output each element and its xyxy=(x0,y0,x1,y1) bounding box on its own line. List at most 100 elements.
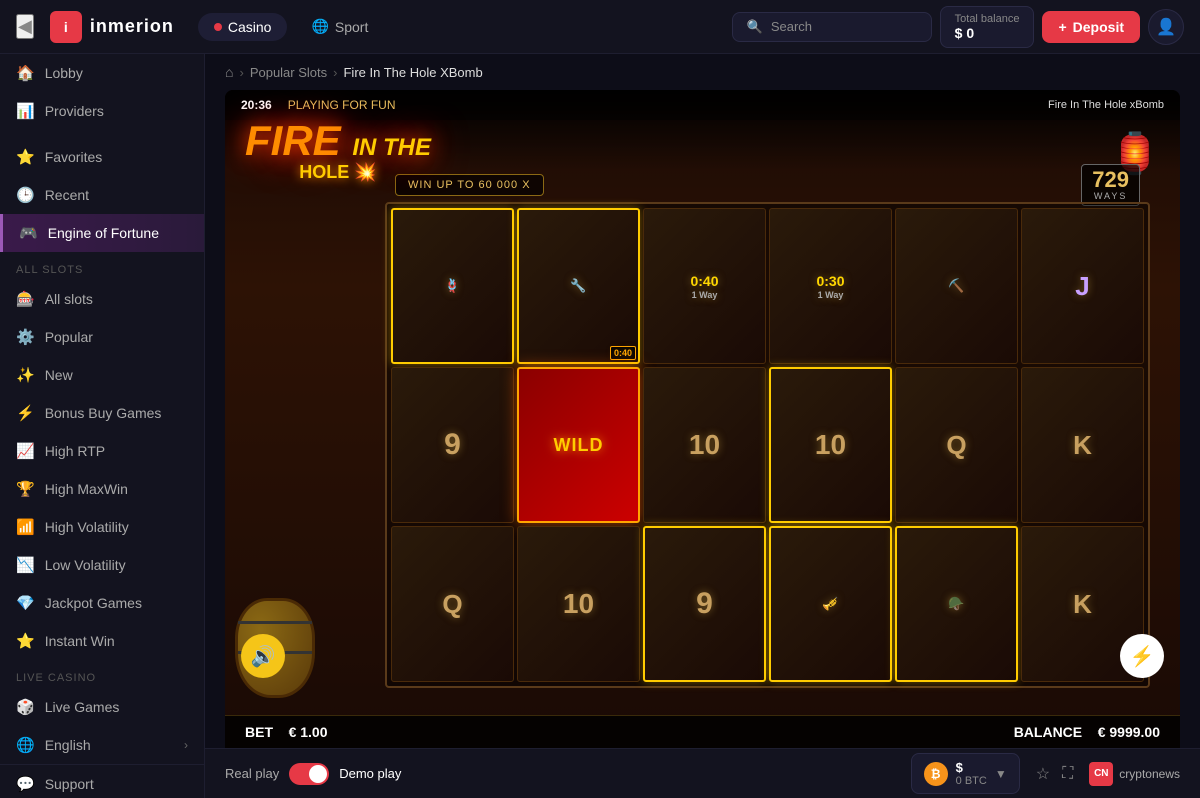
demo-toggle-switch[interactable] xyxy=(289,763,329,785)
balance-game-label: BALANCE xyxy=(1014,724,1082,740)
sidebar-item-low-volatility[interactable]: 📉 Low Volatility xyxy=(0,546,204,584)
cn-icon: CN xyxy=(1089,762,1113,786)
balance-amount: $ 0 xyxy=(955,25,1020,41)
casino-tab-label: Casino xyxy=(228,19,272,35)
providers-icon: 📊 xyxy=(16,102,35,120)
bet-amount: € 1.00 xyxy=(289,724,328,740)
sidebar-item-label: Low Volatility xyxy=(45,557,126,573)
sidebar-item-bonus-buy[interactable]: ⚡ Bonus Buy Games xyxy=(0,394,204,432)
sidebar-item-live-games[interactable]: 🎲 Live Games xyxy=(0,688,204,726)
slot-cell-10: Q xyxy=(895,367,1018,523)
sidebar-item-high-rtp[interactable]: 📈 High RTP xyxy=(0,432,204,470)
expand-footer-icon[interactable]: ⛶ xyxy=(1062,765,1073,783)
sidebar-item-support[interactable]: 💬 Support xyxy=(0,765,204,798)
currency-selector[interactable]: ₿ $ 0 BTC ▼ xyxy=(911,753,1020,794)
breadcrumb-popular-slots[interactable]: Popular Slots xyxy=(250,65,327,80)
high-maxwin-icon: 🏆 xyxy=(16,480,35,498)
balance-label: Total balance xyxy=(955,13,1020,25)
sidebar-item-label: Live Games xyxy=(45,699,120,715)
slot-cell-15: 🎺 xyxy=(769,526,892,682)
tab-casino[interactable]: Casino xyxy=(198,13,288,41)
all-slots-section-label: ALL SLOTS xyxy=(0,252,204,280)
fire-text: FIRE IN THE xyxy=(245,120,431,162)
slot-cell-3: 0:301 Way xyxy=(769,208,892,364)
sidebar-item-label: Favorites xyxy=(45,149,103,165)
bonus-buy-icon: ⚡ xyxy=(16,404,35,422)
sidebar-item-lobby[interactable]: 🏠 Lobby xyxy=(0,54,204,92)
sidebar-item-all-slots[interactable]: 🎰 All slots xyxy=(0,280,204,318)
tab-sport[interactable]: 🌐 Sport xyxy=(295,12,384,41)
sidebar-item-label: Instant Win xyxy=(45,633,115,649)
slot-reels: 🪢 🔧0:40 0:401 Way 0:301 Way ⛏️ J 9 WILD … xyxy=(385,202,1150,688)
chevron-right-icon: › xyxy=(184,738,188,752)
live-casino-section-label: LIVE CASINO xyxy=(0,660,204,688)
search-placeholder: Search xyxy=(771,19,812,34)
sidebar-item-recent[interactable]: 🕒 Recent xyxy=(0,176,204,214)
sidebar-item-label: New xyxy=(45,367,73,383)
slot-cell-7: WILD xyxy=(517,367,640,523)
logo-icon: i xyxy=(50,11,82,43)
lightning-icon: ⚡ xyxy=(1130,644,1155,669)
sidebar-item-label: Engine of Fortune xyxy=(48,225,159,241)
star-footer-icon[interactable]: ☆ xyxy=(1036,764,1050,784)
search-bar[interactable]: 🔍 Search xyxy=(732,12,932,42)
slot-cell-6: 9 xyxy=(391,367,514,523)
sidebar-item-new[interactable]: ✨ New xyxy=(0,356,204,394)
footer-bar: Real play Demo play ₿ $ 0 BTC ▼ ☆ ⛶ xyxy=(205,748,1200,798)
recent-icon: 🕒 xyxy=(16,186,35,204)
plus-icon: + xyxy=(1058,19,1066,35)
sidebar-item-english[interactable]: 🌐 English › xyxy=(0,726,204,764)
home-breadcrumb-icon[interactable]: ⌂ xyxy=(225,64,233,80)
ways-number: 729 xyxy=(1092,169,1129,191)
lobby-icon: 🏠 xyxy=(16,64,35,82)
logo-text: inmerion xyxy=(90,16,174,37)
sport-tab-label: Sport xyxy=(335,19,368,35)
breadcrumb-separator-2: › xyxy=(333,65,337,80)
sidebar-item-favorites[interactable]: ⭐ Favorites xyxy=(0,138,204,176)
slot-cell-2: 0:401 Way xyxy=(643,208,766,364)
game-playing-text: PLAYING FOR FUN xyxy=(288,98,396,112)
user-profile-button[interactable]: 👤 xyxy=(1148,9,1184,45)
sidebar-item-engine-of-fortune[interactable]: 🎮 Engine of Fortune xyxy=(0,214,204,252)
lightning-button[interactable]: ⚡ xyxy=(1120,634,1164,678)
sidebar-item-label: Recent xyxy=(45,187,89,203)
sidebar-item-popular[interactable]: ⚙️ Popular xyxy=(0,318,204,356)
real-play-label: Real play xyxy=(225,766,279,781)
sidebar-item-label: Providers xyxy=(45,103,104,119)
high-rtp-icon: 📈 xyxy=(16,442,35,460)
slot-header: WIN UP TO 60 000 X 729 WAYS xyxy=(385,170,1150,200)
engine-icon: 🎮 xyxy=(19,224,38,242)
all-slots-icon: 🎰 xyxy=(16,290,35,308)
jackpot-icon: 💎 xyxy=(16,594,35,612)
demo-play-label: Demo play xyxy=(339,766,401,781)
balance-game-amount: € 9999.00 xyxy=(1098,724,1160,740)
favorites-icon: ⭐ xyxy=(16,148,35,166)
sidebar-item-providers[interactable]: 📊 Providers xyxy=(0,92,204,130)
deposit-button[interactable]: + Deposit xyxy=(1042,11,1140,43)
logo: i inmerion xyxy=(50,11,174,43)
sidebar-item-instant-win[interactable]: ⭐ Instant Win xyxy=(0,622,204,660)
footer-icons: ☆ ⛶ xyxy=(1036,764,1074,784)
game-title: Fire In The Hole xBomb xyxy=(1048,99,1164,111)
btc-icon: ₿ xyxy=(924,762,948,786)
currency-dollar: $ xyxy=(956,760,987,775)
slot-cell-14: 9 xyxy=(643,526,766,682)
popular-icon: ⚙️ xyxy=(16,328,35,346)
sidebar-bottom: 💬 Support ⌄ xyxy=(0,764,204,798)
sound-icon: 🔊 xyxy=(251,644,276,669)
live-games-icon: 🎲 xyxy=(16,698,35,716)
game-embed[interactable]: 20:36 PLAYING FOR FUN Fire In The Hole x… xyxy=(225,90,1180,748)
sidebar-item-jackpot-games[interactable]: 💎 Jackpot Games xyxy=(0,584,204,622)
breadcrumb: ⌂ › Popular Slots › Fire In The Hole XBo… xyxy=(205,54,1200,90)
sidebar-item-high-volatility[interactable]: 📶 High Volatility xyxy=(0,508,204,546)
slot-cell-9: 10 xyxy=(769,367,892,523)
game-area: ⌂ › Popular Slots › Fire In The Hole XBo… xyxy=(205,54,1200,798)
game-frame-container: 20:36 PLAYING FOR FUN Fire In The Hole x… xyxy=(205,90,1200,748)
sound-button[interactable]: 🔊 xyxy=(241,634,285,678)
slot-cell-8: 10 xyxy=(643,367,766,523)
sidebar-collapse-button[interactable]: ◀ xyxy=(16,14,34,39)
english-globe-icon: 🌐 xyxy=(16,736,35,754)
balance-box: Total balance $ 0 xyxy=(940,6,1035,48)
game-bottom-bar: BET € 1.00 BALANCE € 9999.00 xyxy=(225,715,1180,748)
sidebar-item-high-maxwin[interactable]: 🏆 High MaxWin xyxy=(0,470,204,508)
